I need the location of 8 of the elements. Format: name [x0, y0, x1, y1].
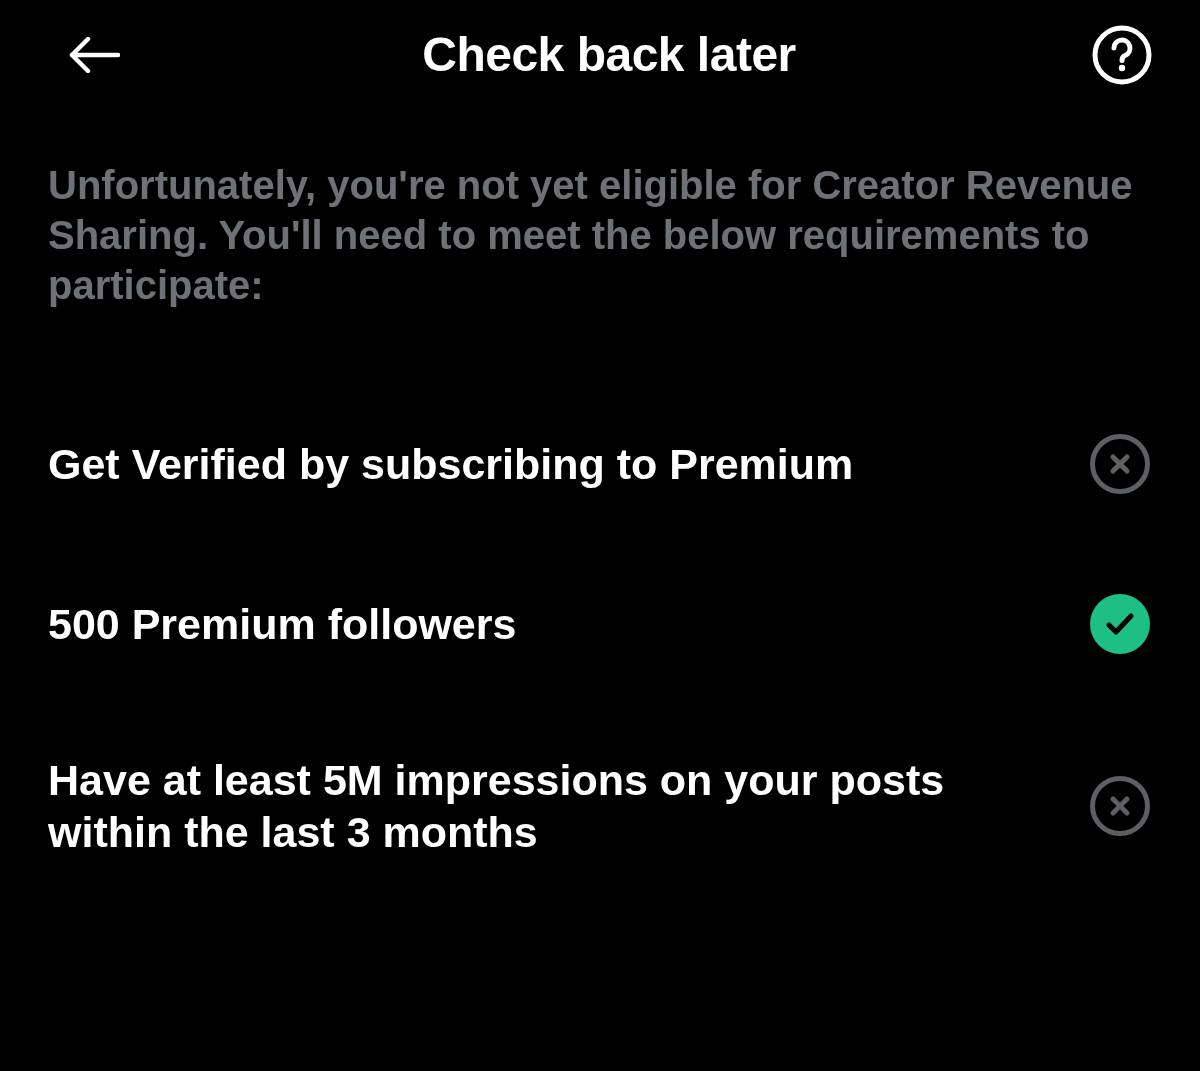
requirement-text: Have at least 5M impressions on your posts within the last 3 months [48, 755, 946, 858]
help-icon [1092, 25, 1152, 85]
requirement-text: 500 Premium followers [48, 599, 517, 650]
requirement-text: Get Verified by subscribing to Premium [48, 439, 854, 490]
help-button[interactable] [1092, 25, 1152, 85]
back-arrow-icon [68, 37, 120, 73]
eligibility-message: Unfortunately, you're not yet eligible for Creator Revenue Sharing. You'll need to meet the below requirements to participate: [48, 162, 1134, 309]
page-title: Check back later [422, 27, 796, 83]
